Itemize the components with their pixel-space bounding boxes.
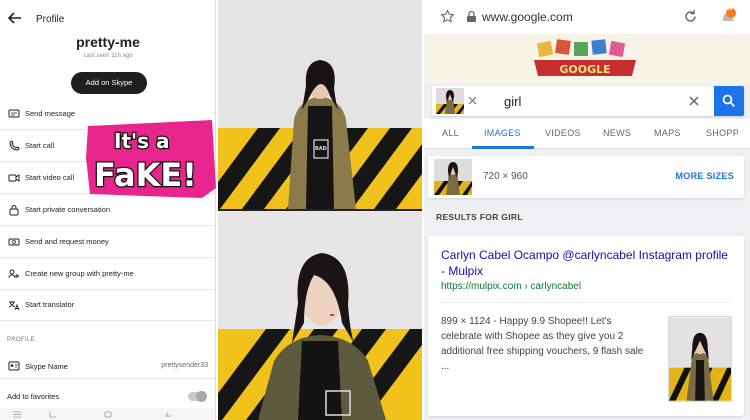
send-message-label: Send message xyxy=(25,109,76,118)
android-nav-bar xyxy=(0,408,215,420)
add-on-skype-button[interactable]: Add on Skype xyxy=(71,72,147,94)
video-icon xyxy=(8,174,20,182)
group-icon xyxy=(8,269,19,279)
favorites-toggle[interactable] xyxy=(188,391,207,402)
search-result-card[interactable]: Carlyn Cabel Ocampo @carlyncabel Instagr… xyxy=(428,236,744,416)
tab-shopping[interactable]: SHOPP xyxy=(706,128,739,138)
page-title: Profile xyxy=(36,14,65,25)
fake-sticker: It's a FaKE! xyxy=(86,120,216,198)
results-heading: RESULTS FOR GIRL xyxy=(436,212,523,222)
clear-query-icon[interactable] xyxy=(688,95,700,107)
profile-header: Profile xyxy=(0,5,215,33)
contact-name: pretty-me xyxy=(76,34,140,50)
image-dimensions: 720 × 960 xyxy=(483,171,528,182)
active-tab-indicator xyxy=(472,146,534,149)
search-button[interactable] xyxy=(714,86,744,116)
send-money-label: Send and request money xyxy=(25,237,109,246)
tab-news[interactable]: NEWS xyxy=(603,128,631,138)
translate-icon xyxy=(8,301,20,311)
profile-section-label: PROFILE xyxy=(7,337,35,343)
create-group-row[interactable]: Create new group with pretty-me xyxy=(0,259,215,290)
result-divider xyxy=(441,302,731,303)
photo-top: BAD xyxy=(218,0,422,209)
result-thumbnail[interactable] xyxy=(668,316,732,402)
create-group-label: Create new group with pretty-me xyxy=(25,269,134,278)
tab-videos[interactable]: VIDEOS xyxy=(545,128,581,138)
result-url[interactable]: https://mulpix.com › carlyncabel xyxy=(441,281,581,292)
photo-bottom xyxy=(218,211,422,420)
size-thumb xyxy=(434,159,472,195)
back-arrow-icon[interactable] xyxy=(6,9,24,27)
search-image-thumb xyxy=(436,88,464,114)
tab-images[interactable]: IMAGES xyxy=(484,128,521,138)
result-snippet: 899 × 1124 - Happy 9.9 Shopee!! Let's ce… xyxy=(441,316,644,372)
private-conversation-label: Start private conversation xyxy=(25,205,111,214)
photo-column: BAD xyxy=(218,0,422,420)
home-key-icon[interactable] xyxy=(103,411,113,418)
start-translator-label: Start translator xyxy=(25,300,75,309)
secure-lock-icon xyxy=(467,10,476,22)
skype-name-row: Skype Name prettysender33 xyxy=(0,352,215,379)
skype-name-label: Skype Name xyxy=(25,362,68,371)
browser-address-bar: www.google.com N xyxy=(424,0,750,34)
doodle-text: GOOGLE xyxy=(559,63,610,76)
menu-key-icon[interactable] xyxy=(12,411,22,418)
money-icon xyxy=(8,238,20,246)
shirt-text-top: BAD xyxy=(315,146,327,152)
lock-icon xyxy=(9,205,19,216)
doodle-art: GOOGLE xyxy=(534,39,636,76)
reload-icon[interactable] xyxy=(682,8,699,25)
skype-name-value: prettysender33 xyxy=(161,362,208,369)
phone-icon xyxy=(9,140,20,151)
search-icon xyxy=(722,94,736,108)
remove-image-icon[interactable] xyxy=(467,95,478,106)
recents-key-icon[interactable] xyxy=(48,411,58,418)
google-doodle[interactable]: GOOGLE xyxy=(424,34,750,84)
favorites-label: Add to favorites xyxy=(7,392,60,401)
tab-maps[interactable]: MAPS xyxy=(654,128,681,138)
start-translator-row[interactable]: Start translator xyxy=(0,290,215,321)
more-sizes-link[interactable]: MORE SIZES xyxy=(675,171,734,181)
start-video-call-label: Start video call xyxy=(25,173,75,182)
google-image-search-panel: www.google.com N GOOGLE girl ALL IMAGES … xyxy=(424,0,750,420)
sticker-line1: It's a xyxy=(114,129,170,153)
favorites-row: Add to favorites xyxy=(0,381,215,411)
result-title[interactable]: Carlyn Cabel Ocampo @carlyncabel Instagr… xyxy=(441,247,731,279)
tab-all[interactable]: ALL xyxy=(442,128,459,138)
id-card-icon xyxy=(8,361,20,371)
image-size-card: 720 × 960 MORE SIZES xyxy=(428,156,744,198)
bookmark-star-icon[interactable] xyxy=(440,9,455,24)
search-box[interactable]: girl xyxy=(432,86,744,116)
search-tabs: ALL IMAGES VIDEOS NEWS MAPS SHOPP xyxy=(424,119,750,149)
url-text[interactable]: www.google.com xyxy=(482,10,573,24)
last-seen-status: Last seen 11h ago xyxy=(83,53,133,59)
search-query[interactable]: girl xyxy=(504,94,521,109)
back-key-icon[interactable] xyxy=(163,411,173,418)
sticker-line2: FaKE! xyxy=(94,156,197,194)
notification-badge: N xyxy=(728,6,733,12)
send-money-row[interactable]: Send and request money xyxy=(0,227,215,258)
skype-profile-panel: Profile pretty-me Last seen 11h ago Add … xyxy=(0,0,216,420)
message-icon xyxy=(8,109,20,118)
start-call-label: Start call xyxy=(25,141,55,150)
